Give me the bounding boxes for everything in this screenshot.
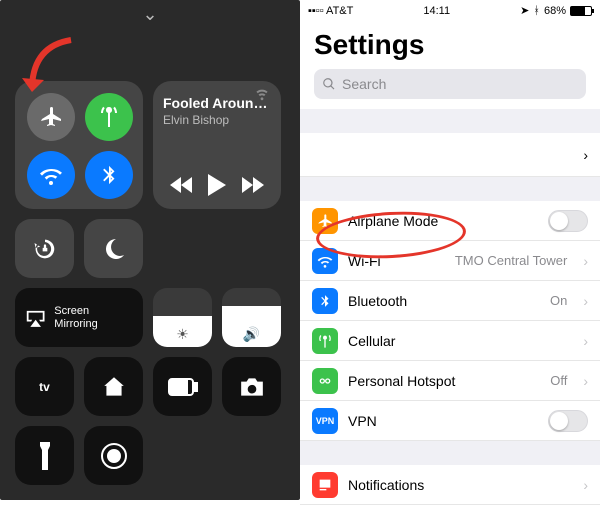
cellular-data-toggle[interactable]: [85, 93, 133, 141]
apple-tv-remote-button[interactable]: tv: [15, 357, 74, 416]
cellular-row[interactable]: Cellular ›: [300, 321, 600, 361]
now-playing-artist: Elvin Bishop: [163, 113, 271, 127]
bluetooth-label: Bluetooth: [348, 293, 407, 309]
airplay-icon: [25, 308, 46, 328]
notifications-label: Notifications: [348, 477, 424, 493]
screen-record-button[interactable]: [84, 426, 143, 485]
antenna-icon: [97, 105, 121, 129]
bluetooth-status-icon: ᚼ: [533, 5, 540, 17]
bluetooth-toggle[interactable]: [85, 151, 133, 199]
bluetooth-row[interactable]: Bluetooth On ›: [300, 281, 600, 321]
hotspot-label: Personal Hotspot: [348, 373, 455, 389]
chevron-down-icon[interactable]: ⌄: [15, 4, 285, 25]
camera-button[interactable]: [222, 357, 281, 416]
location-icon: ➤: [520, 4, 529, 17]
wifi-row[interactable]: Wi-Fi TMO Central Tower ›: [300, 241, 600, 281]
airplane-mode-label: Airplane Mode: [348, 213, 438, 229]
airplane-mode-row[interactable]: Airplane Mode: [300, 201, 600, 241]
page-title: Settings: [314, 29, 586, 61]
low-power-mode-button[interactable]: [153, 357, 212, 416]
sun-icon: ☀: [153, 326, 212, 343]
apple-id-row[interactable]: ›: [300, 133, 600, 177]
vpn-label: VPN: [348, 413, 377, 429]
apple-tv-icon: tv: [39, 380, 50, 394]
connectivity-panel[interactable]: [15, 81, 143, 209]
carrier-label: AT&T: [326, 5, 353, 17]
airplane-mode-switch[interactable]: [548, 210, 588, 232]
do-not-disturb-button[interactable]: [84, 219, 143, 278]
wifi-label: Wi-Fi: [348, 253, 381, 269]
moon-icon: [102, 237, 126, 261]
settings-screen: ▪▪▫▫ AT&T 14:11 ➤ ᚼ 68% Settings Search …: [300, 0, 600, 500]
chevron-right-icon: ›: [583, 253, 588, 269]
speaker-icon: 🔊: [222, 326, 281, 343]
wifi-icon: [312, 248, 338, 274]
screen-mirroring-button[interactable]: Screen Mirroring: [15, 288, 143, 347]
now-playing-panel[interactable]: Fooled Around... Elvin Bishop: [153, 81, 281, 209]
screen-record-icon: [100, 442, 128, 470]
volume-slider[interactable]: 🔊: [222, 288, 281, 347]
chevron-right-icon: ›: [583, 147, 588, 163]
screen-mirroring-label: Screen Mirroring: [54, 305, 133, 329]
hotspot-value: Off: [550, 373, 567, 388]
signal-bars-icon: ▪▪▫▫: [308, 5, 326, 17]
chevron-right-icon: ›: [583, 477, 588, 493]
orientation-lock-button[interactable]: [15, 219, 74, 278]
chevron-right-icon: ›: [583, 373, 588, 389]
status-time: 14:11: [423, 5, 450, 17]
bluetooth-icon: [98, 164, 120, 186]
wifi-value: TMO Central Tower: [455, 253, 567, 268]
hotspot-row[interactable]: Personal Hotspot Off ›: [300, 361, 600, 401]
control-center-panel: ⌄: [0, 0, 300, 500]
orientation-lock-icon: [31, 235, 59, 263]
search-input[interactable]: Search: [314, 69, 586, 99]
play-button[interactable]: [207, 174, 227, 201]
brightness-slider[interactable]: ☀: [153, 288, 212, 347]
notifications-row[interactable]: Notifications ›: [300, 465, 600, 505]
search-icon: [322, 77, 336, 91]
bluetooth-icon: [312, 288, 338, 314]
airplane-mode-toggle[interactable]: [27, 93, 75, 141]
bluetooth-value: On: [550, 293, 567, 308]
cellular-label: Cellular: [348, 333, 395, 349]
hotspot-icon: [312, 368, 338, 394]
chevron-right-icon: ›: [583, 293, 588, 309]
battery-percent: 68%: [544, 5, 566, 17]
homekit-icon: [101, 374, 127, 400]
notifications-icon: [312, 472, 338, 498]
search-placeholder: Search: [342, 76, 386, 92]
airplane-icon: [312, 208, 338, 234]
prev-track-button[interactable]: [170, 176, 194, 199]
flashlight-button[interactable]: [15, 426, 74, 485]
flashlight-icon: [38, 442, 52, 470]
chevron-right-icon: ›: [583, 333, 588, 349]
airplay-audio-icon: [253, 89, 271, 103]
camera-icon: [239, 376, 265, 398]
status-bar: ▪▪▫▫ AT&T 14:11 ➤ ᚼ 68%: [300, 0, 600, 19]
vpn-switch[interactable]: [548, 410, 588, 432]
wifi-icon: [39, 163, 63, 187]
battery-panel-icon: [168, 378, 198, 396]
battery-icon: [570, 6, 592, 16]
antenna-icon: [312, 328, 338, 354]
vpn-row[interactable]: VPN VPN: [300, 401, 600, 441]
home-app-button[interactable]: [84, 357, 143, 416]
airplane-icon: [39, 105, 63, 129]
next-track-button[interactable]: [240, 176, 264, 199]
vpn-icon: VPN: [312, 408, 338, 434]
wifi-toggle[interactable]: [27, 151, 75, 199]
